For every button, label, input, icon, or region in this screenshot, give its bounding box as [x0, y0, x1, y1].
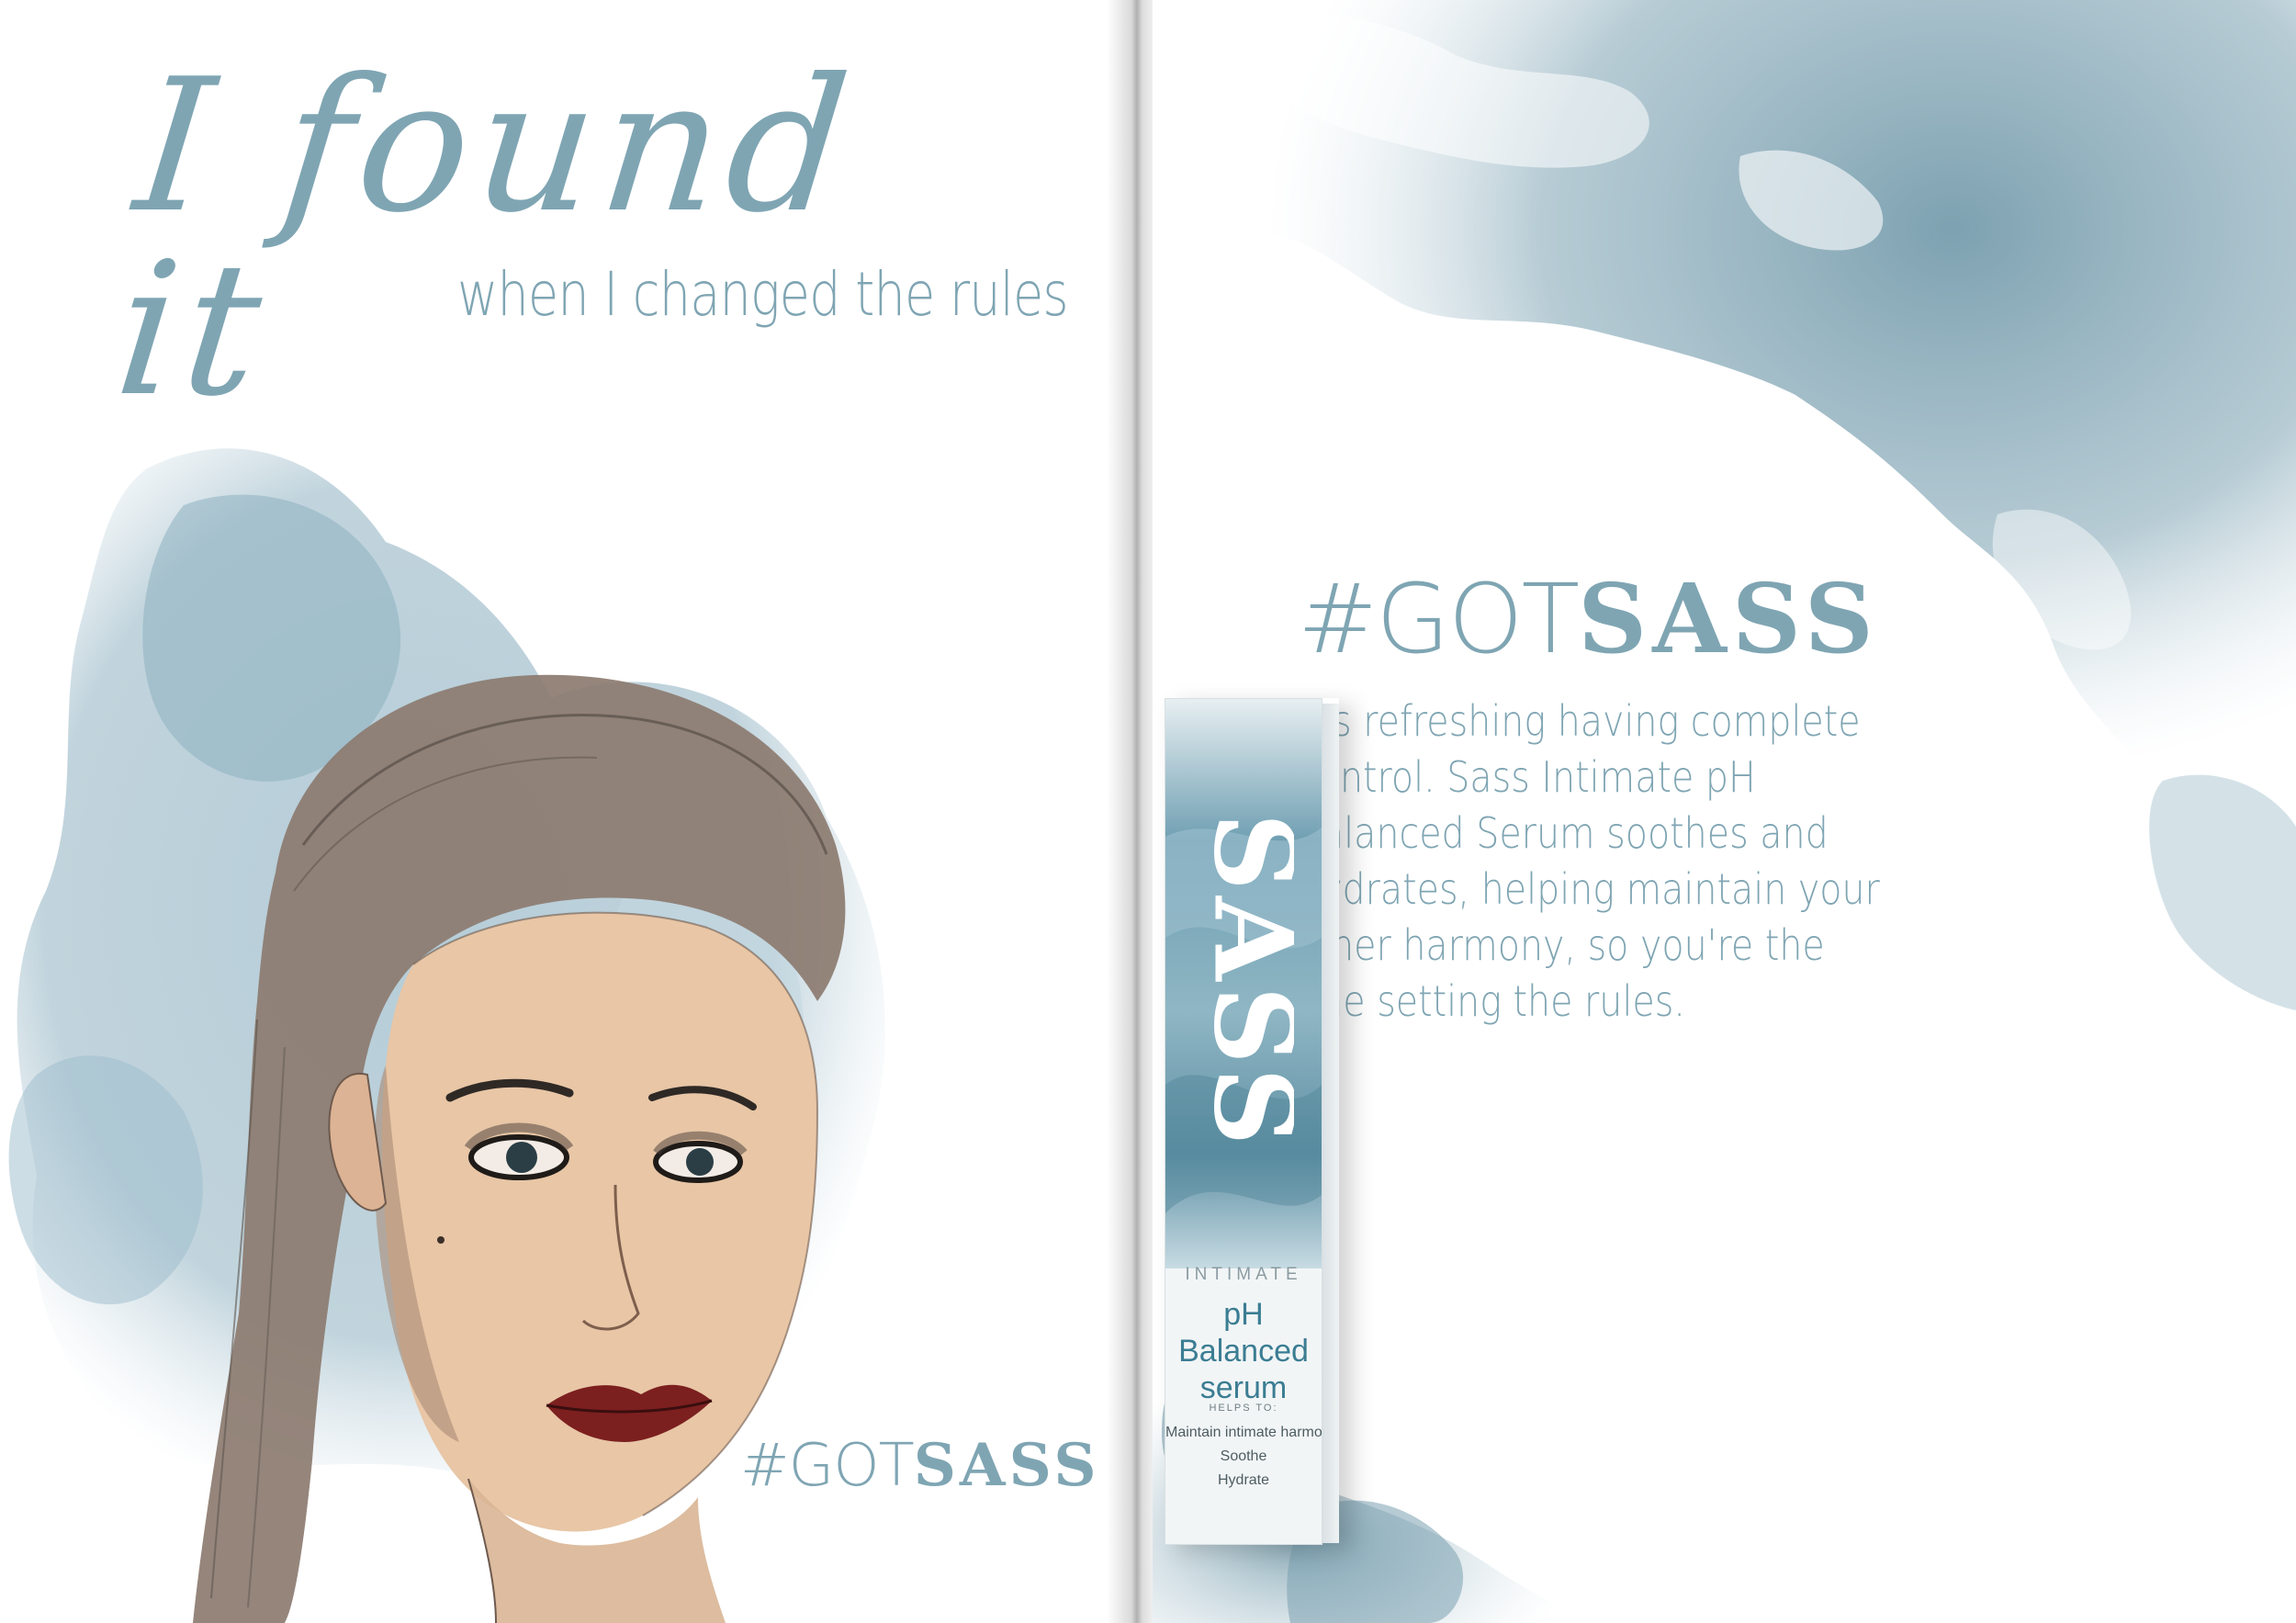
sass-logo-text: SASS — [1193, 813, 1294, 1152]
product-title: pH Balanced serum — [1165, 1296, 1322, 1406]
benefit-item: Hydrate — [1217, 1472, 1270, 1488]
subheadline: when I changed the rules — [457, 259, 1069, 330]
hashtag-right-prefix: #GOT — [1298, 563, 1580, 675]
product-box-side — [1321, 704, 1339, 1543]
benefit-item: Maintain intimate harmony — [1165, 1425, 1322, 1440]
body-line: control. Sass Intimate pH — [1298, 752, 1756, 802]
sass-logo: SASS — [1193, 813, 1294, 1152]
body-line: hydrates, helping maintain your — [1298, 864, 1880, 914]
product-title-line: pH Balanced — [1178, 1297, 1309, 1369]
product-box: SASS INTIMATE pH Balanced serum HELPS TO… — [1165, 698, 1339, 1545]
product-title-line: serum — [1199, 1370, 1288, 1405]
body-copy: It's refreshing having complete control.… — [1298, 693, 1880, 1030]
hashtag-right-brand: SASS — [1578, 562, 1879, 675]
body-line: Balanced Serum soothes and — [1298, 808, 1829, 858]
hashtag-left: #GOTSASS — [740, 1431, 1100, 1500]
helps-to-label: HELPS TO: — [1209, 1403, 1278, 1414]
body-line: It's refreshing having complete — [1298, 696, 1861, 746]
body-line: one setting the rules. — [1298, 976, 1685, 1026]
magazine-spread: I found it when I changed the rules #GOT… — [0, 0, 2296, 1623]
hashtag-right: #GOTSASS — [1298, 562, 1879, 675]
body-line: inner harmony, so you're the — [1298, 920, 1825, 970]
left-page: I found it when I changed the rules #GOT… — [0, 0, 1128, 1623]
hashtag-left-prefix: #GOT — [740, 1432, 915, 1500]
benefit-item: Soothe — [1220, 1448, 1267, 1464]
hashtag-left-brand: SASS — [913, 1431, 1100, 1500]
headline: I found it — [107, 39, 865, 437]
product-box-front: SASS INTIMATE pH Balanced serum HELPS TO… — [1165, 698, 1322, 1545]
product-line-label: INTIMATE — [1185, 1265, 1302, 1284]
